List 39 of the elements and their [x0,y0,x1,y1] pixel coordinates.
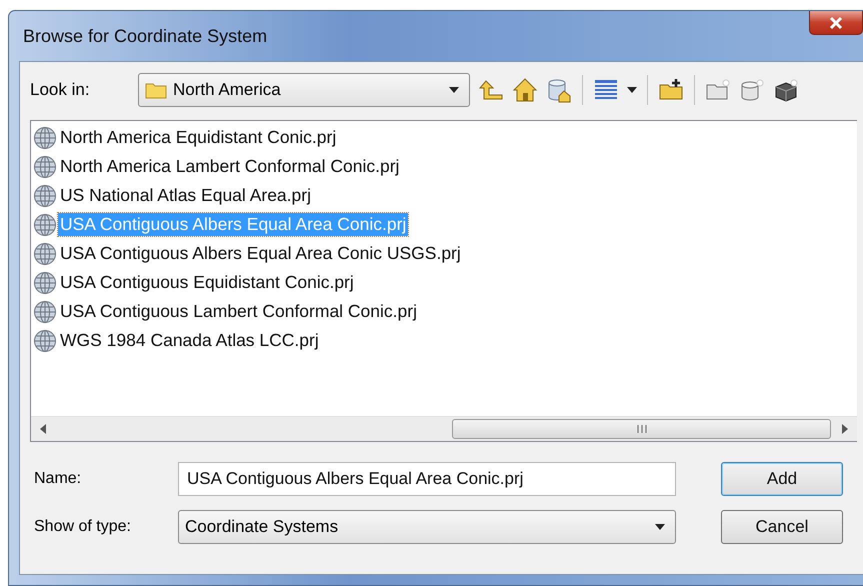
name-field[interactable]: USA Contiguous Albers Equal Area Conic.prj [178,462,676,496]
cancel-button[interactable]: Cancel [721,510,843,544]
file-item[interactable]: WGS 1984 Canada Atlas LCC.prj [58,329,321,352]
file-item[interactable]: US National Atlas Equal Area.prj [58,184,313,207]
look-in-dropdown[interactable]: North America [138,73,470,107]
globe-icon [33,184,57,208]
caret-icon[interactable] [627,87,637,93]
folder-icon [145,81,167,99]
caret-icon [655,524,665,530]
file-item[interactable]: North America Equidistant Conic.prj [58,126,338,149]
type-label: Show of type: [33,518,132,536]
file-item[interactable]: USA Contiguous Equidistant Conic.prj [58,271,356,294]
scrollbar-thumb[interactable] [452,419,831,439]
globe-icon [33,212,57,236]
globe-icon [33,300,57,324]
toolbox-icon[interactable] [773,77,799,103]
file-item[interactable]: USA Contiguous Albers Equal Area Conic USGS.prj [58,242,463,265]
globe-icon [33,154,57,178]
grip-icon [636,425,648,433]
globe-icon [33,242,57,266]
file-item[interactable]: USA Contiguous Lambert Conformal Conic.prj [58,300,419,323]
horizontal-scrollbar[interactable] [31,416,857,441]
globe-icon [33,270,57,294]
globe-icon [33,328,57,352]
caret-icon [449,87,459,93]
add-button[interactable]: Add [721,462,843,496]
globe-icon [33,126,57,150]
scroll-right-icon[interactable] [841,424,849,434]
window-title: Browse for Coordinate System [23,26,268,47]
name-label: Name: [33,470,82,488]
database-icon[interactable] [546,77,572,103]
home-icon[interactable] [512,77,538,103]
look-in-label: Look in: [30,80,91,100]
close-icon [828,16,844,30]
type-dropdown[interactable]: Coordinate Systems [178,510,676,544]
file-item[interactable]: North America Lambert Conformal Conic.prj [58,155,402,178]
new-database-icon[interactable] [739,77,765,103]
close-button[interactable] [809,11,863,35]
scroll-left-icon[interactable] [39,424,47,434]
